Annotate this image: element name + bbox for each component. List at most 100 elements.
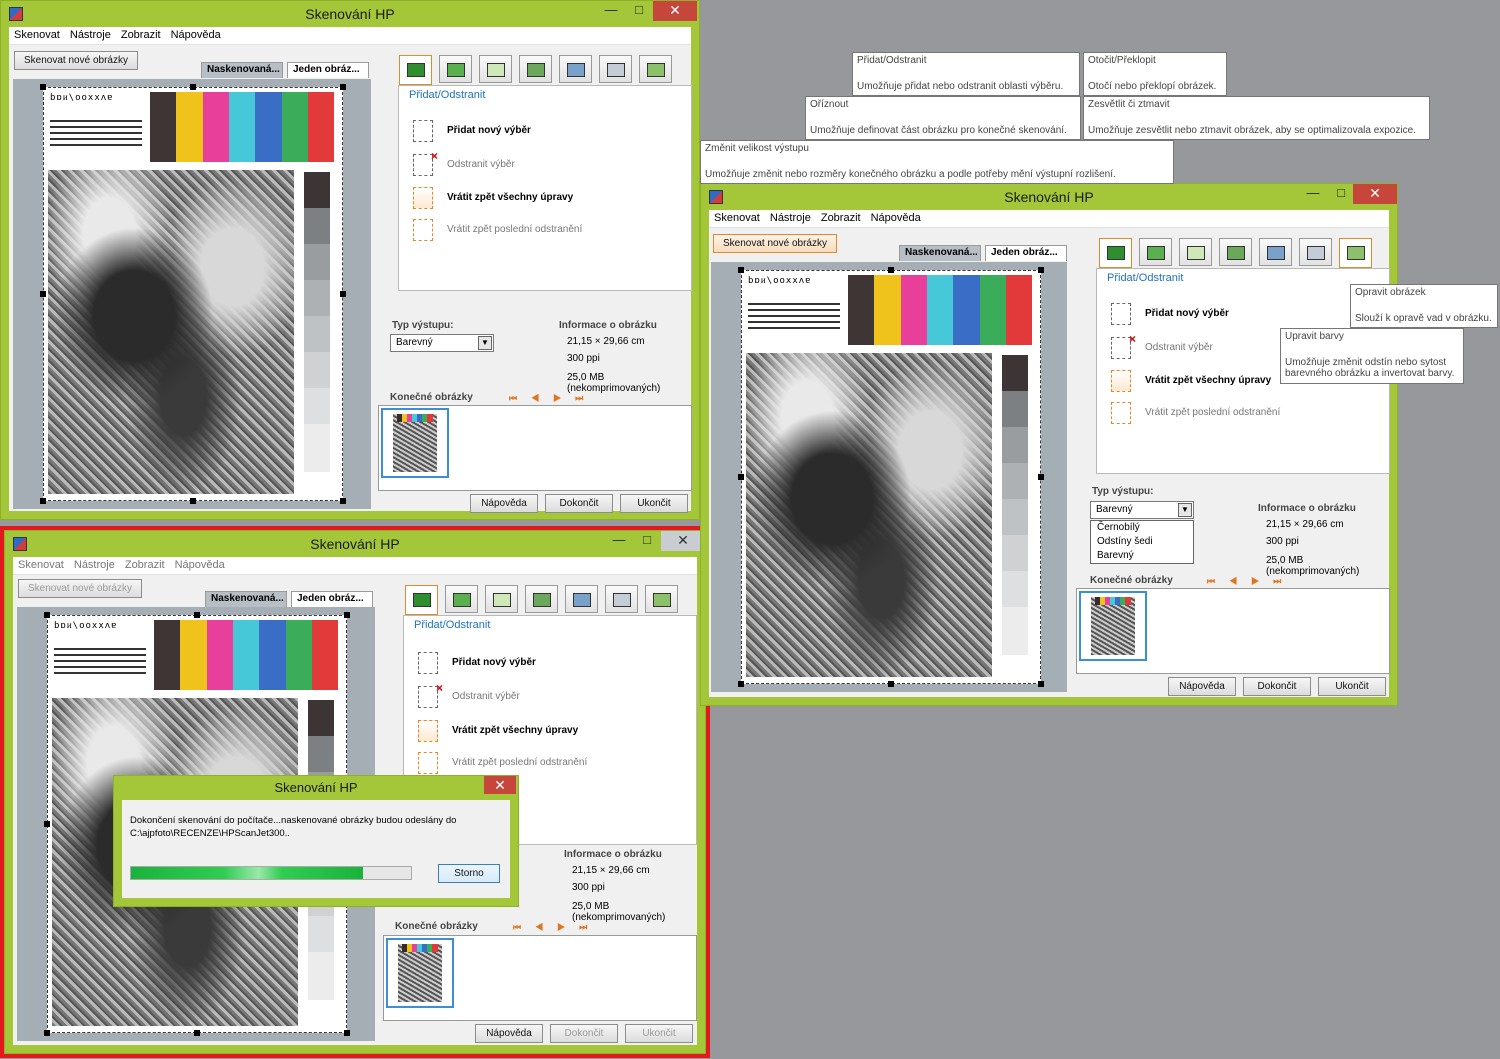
crop-handle-tl-3[interactable] [738, 267, 744, 273]
final-image-thumb-2[interactable] [386, 938, 454, 1008]
fix-image-icon[interactable] [639, 55, 672, 83]
color-adjust-icon-2[interactable] [605, 585, 638, 613]
crop-handle-t-3[interactable] [888, 267, 894, 273]
dialog-title-bar[interactable]: Skenování HP ✕ [114, 776, 518, 802]
option-bw[interactable]: Černobílý [1091, 521, 1193, 535]
crop-icon-2[interactable] [485, 585, 518, 613]
scan-new-images-button-3[interactable]: Skenovat nové obrázky [713, 234, 837, 253]
exit-button-2[interactable]: Ukončit [625, 1024, 693, 1043]
crop-handle-br-2[interactable] [344, 1030, 350, 1036]
finish-button-3[interactable]: Dokončit [1243, 677, 1311, 696]
tab-scanned-3[interactable]: Naskenovaná... [899, 245, 981, 261]
crop-icon-3[interactable] [1179, 238, 1212, 266]
dialog-close-button[interactable]: ✕ [484, 776, 516, 794]
crop-handle-l-3[interactable] [738, 474, 744, 480]
crop-handle-r[interactable] [340, 291, 346, 297]
crop-handle-l-2[interactable] [44, 821, 50, 827]
option-color[interactable]: Barevný [1091, 549, 1193, 563]
thumbnail-nav-arrows[interactable]: ⏮◀▶⏭ [509, 393, 597, 404]
resize-icon-2[interactable] [525, 585, 558, 613]
chevron-down-icon-3[interactable]: ▼ [1178, 503, 1192, 517]
maximize-button[interactable]: □ [625, 1, 653, 21]
tab-single-image[interactable]: Jeden obráz... [287, 62, 369, 78]
help-button-3[interactable]: Nápověda [1168, 677, 1236, 696]
menu-zobrazit-3[interactable]: Zobrazit [816, 210, 866, 226]
exit-button[interactable]: Ukončit [620, 494, 688, 513]
final-image-thumb[interactable] [381, 408, 449, 478]
fix-image-icon-3[interactable] [1339, 238, 1372, 268]
crop-handle-r-3[interactable] [1038, 474, 1044, 480]
rotate-flip-icon[interactable] [439, 55, 472, 83]
help-button[interactable]: Nápověda [470, 494, 538, 513]
rotate-flip-icon-2[interactable] [445, 585, 478, 613]
close-button-3[interactable]: ✕ [1353, 184, 1397, 204]
scan-new-images-button[interactable]: Skenovat nové obrázky [14, 51, 138, 70]
crop-handle-bl-3[interactable] [738, 681, 744, 687]
title-bar-3[interactable]: Skenování HP — □ ✕ [701, 184, 1397, 210]
crop-handle-tl[interactable] [40, 84, 46, 90]
final-image-thumb-3[interactable] [1079, 591, 1147, 661]
maximize-button-2[interactable]: □ [633, 531, 661, 551]
exit-button-3[interactable]: Ukončit [1318, 677, 1386, 696]
add-remove-icon-2[interactable] [405, 585, 438, 615]
crop-handle-br[interactable] [340, 498, 346, 504]
menu-nastroje-2[interactable]: Nástroje [69, 557, 120, 573]
minimize-button-2[interactable]: — [605, 531, 633, 551]
rotate-flip-icon-3[interactable] [1139, 238, 1172, 266]
resize-icon[interactable] [519, 55, 552, 83]
help-button-2[interactable]: Nápověda [475, 1024, 543, 1043]
scan-page[interactable]: bɒᴎ\ooxxʌɐ [43, 87, 343, 501]
crop-handle-tr[interactable] [340, 84, 346, 90]
fix-image-icon-2[interactable] [645, 585, 678, 613]
menu-zobrazit[interactable]: Zobrazit [116, 27, 166, 43]
thumbnail-nav-arrows-2[interactable]: ⏮◀▶⏭ [513, 922, 601, 933]
option-grayscale[interactable]: Odstíny šedi [1091, 535, 1193, 549]
scan-page-3[interactable]: bɒᴎ\ooxxʌɐ [741, 270, 1041, 684]
tab-scanned[interactable]: Naskenovaná... [201, 62, 283, 78]
crop-handle-tr-2[interactable] [344, 612, 350, 618]
thumbnail-scrollbar-3[interactable] [1077, 663, 1389, 673]
menu-skenovat-3[interactable]: Skenovat [709, 210, 765, 226]
menu-nastroje[interactable]: Nástroje [65, 27, 116, 43]
title-bar[interactable]: Skenování HP — □ ✕ [1, 1, 699, 27]
crop-handle-br-3[interactable] [1038, 681, 1044, 687]
menu-napoveda-2[interactable]: Nápověda [170, 557, 230, 573]
crop-handle-bl-2[interactable] [44, 1030, 50, 1036]
cancel-button[interactable]: Storno [438, 864, 500, 883]
crop-handle-b-3[interactable] [888, 681, 894, 687]
finish-button[interactable]: Dokončit [545, 494, 613, 513]
tab-single-image-3[interactable]: Jeden obráz... [985, 245, 1067, 261]
menu-skenovat[interactable]: Skenovat [9, 27, 65, 43]
menu-nastroje-3[interactable]: Nástroje [765, 210, 816, 226]
output-type-select[interactable]: Barevný ▼ [390, 334, 494, 352]
thumbnail-nav-arrows-3[interactable]: ⏮◀▶⏭ [1207, 576, 1295, 587]
lighten-darken-icon[interactable] [559, 55, 592, 83]
crop-handle-b-2[interactable] [194, 1030, 200, 1036]
scan-new-images-button-2[interactable]: Skenovat nové obrázky [18, 579, 142, 598]
finish-button-2[interactable]: Dokončit [550, 1024, 618, 1043]
thumbnail-scrollbar-2[interactable] [384, 1010, 696, 1020]
close-button[interactable]: ✕ [653, 1, 697, 21]
crop-handle-l[interactable] [40, 291, 46, 297]
maximize-button-3[interactable]: □ [1327, 184, 1355, 204]
lighten-darken-icon-2[interactable] [565, 585, 598, 613]
thumbnail-scrollbar[interactable] [379, 480, 691, 490]
crop-handle-t-2[interactable] [194, 612, 200, 618]
add-remove-icon[interactable] [399, 55, 432, 85]
menu-napoveda[interactable]: Nápověda [166, 27, 226, 43]
lighten-darken-icon-3[interactable] [1259, 238, 1292, 266]
crop-icon[interactable] [479, 55, 512, 83]
menu-zobrazit-2[interactable]: Zobrazit [120, 557, 170, 573]
resize-icon-3[interactable] [1219, 238, 1252, 266]
title-bar-2[interactable]: Skenování HP — □ ✕ [5, 531, 705, 557]
output-type-select-3[interactable]: Barevný ▼ [1090, 501, 1194, 519]
tab-scanned-2[interactable]: Naskenovaná... [205, 591, 287, 607]
close-button-2[interactable]: ✕ [661, 531, 705, 551]
menu-napoveda-3[interactable]: Nápověda [866, 210, 926, 226]
tab-single-image-2[interactable]: Jeden obráz... [291, 591, 373, 607]
color-adjust-icon-3[interactable] [1299, 238, 1332, 266]
crop-handle-b[interactable] [190, 498, 196, 504]
crop-handle-t[interactable] [190, 84, 196, 90]
minimize-button[interactable]: — [597, 1, 625, 21]
minimize-button-3[interactable]: — [1299, 184, 1327, 204]
